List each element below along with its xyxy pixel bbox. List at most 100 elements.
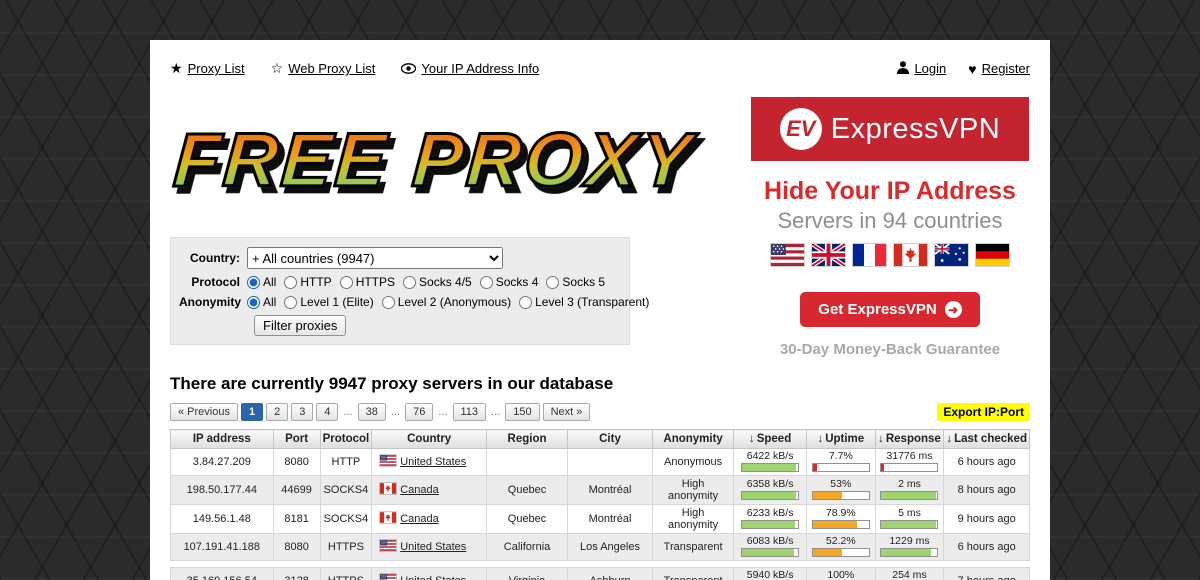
anonymity-all[interactable]: All	[247, 295, 276, 309]
speed-cell-value: 6233 kB/s	[737, 508, 803, 519]
nav-left: ★ Proxy List ☆ Web Proxy List Your IP Ad…	[170, 60, 539, 77]
last-checked-cell: 7 hours ago	[944, 568, 1030, 580]
us-flag-icon	[380, 455, 396, 469]
pagination-4[interactable]: 4	[316, 403, 338, 421]
country-link[interactable]: United States	[400, 456, 466, 468]
protocol-http-label: HTTP	[300, 275, 331, 289]
anonymity-l2-radio[interactable]	[382, 296, 395, 309]
pagination-1[interactable]: 1	[241, 403, 263, 421]
last-checked-cell: 9 hours ago	[944, 505, 1030, 534]
protocol-socks4[interactable]: Socks 4	[480, 275, 539, 289]
column-header-country: Country	[372, 430, 487, 449]
country-row: Country: + All countries (9947)	[179, 247, 621, 269]
city-cell: Los Angeles	[567, 534, 652, 561]
nav-proxy-list[interactable]: ★ Proxy List	[170, 60, 245, 77]
table-row: 198.50.177.4444699SOCKS4CanadaQuebecMont…	[171, 476, 1030, 505]
country-label: Country:	[179, 251, 247, 265]
anonymity-l3[interactable]: Level 3 (Transparent)	[519, 295, 649, 309]
anonymity-l2[interactable]: Level 2 (Anonymous)	[382, 295, 511, 309]
nav-ip-info-label[interactable]: Your IP Address Info	[421, 61, 539, 76]
protocol-socks45-radio[interactable]	[403, 276, 416, 289]
protocol-socks4-label: Socks 4	[496, 275, 539, 289]
table-row: 3.84.27.2098080HTTPUnited StatesAnonymou…	[171, 449, 1030, 476]
city-cell: Montréal	[567, 476, 652, 505]
nav-web-proxy-list[interactable]: ☆ Web Proxy List	[271, 60, 376, 77]
response-cell: 254 ms	[875, 568, 944, 580]
protocol-socks45-label: Socks 4/5	[419, 275, 472, 289]
column-header-uptime[interactable]: ↓Uptime	[807, 430, 876, 449]
anonymity-l1-radio[interactable]	[284, 296, 297, 309]
country-link[interactable]: United States	[400, 541, 466, 553]
protocol-http-radio[interactable]	[284, 276, 297, 289]
main-nav: ★ Proxy List ☆ Web Proxy List Your IP Ad…	[170, 40, 1030, 85]
nav-register[interactable]: ♥ Register	[968, 61, 1030, 77]
table-row: 149.56.1.488181SOCKS4CanadaQuebecMontréa…	[171, 505, 1030, 534]
response-cell-value: 254 ms	[879, 570, 941, 580]
export-ip-port-link[interactable]: Export IP:Port	[937, 403, 1030, 421]
protocol-socks4-radio[interactable]	[480, 276, 493, 289]
protocol-all-label: All	[263, 275, 276, 289]
uk-flag-icon	[812, 244, 845, 266]
ad-subheadline: Servers in 94 countries	[750, 208, 1030, 234]
pagination-next[interactable]: Next »	[543, 403, 591, 421]
speed-cell-bar	[741, 491, 799, 500]
get-expressvpn-button[interactable]: Get ExpressVPN ➜	[800, 292, 979, 327]
ca-flag-icon	[380, 512, 396, 526]
pagination-38[interactable]: 38	[358, 403, 386, 421]
pagination-2[interactable]: 2	[266, 403, 288, 421]
column-header-last-checked[interactable]: ↓Last checked	[944, 430, 1030, 449]
us-flag-icon	[380, 574, 396, 580]
left-column: FREE PROXY Country: + All countries (994…	[170, 85, 750, 358]
country-link[interactable]: Canada	[400, 513, 439, 525]
protocol-socks5-radio[interactable]	[546, 276, 559, 289]
country-cell: United States	[372, 449, 487, 476]
protocol-all-radio[interactable]	[247, 276, 260, 289]
nav-ip-info[interactable]: Your IP Address Info	[401, 60, 539, 77]
port-cell: 3128	[273, 568, 320, 580]
column-header-speed[interactable]: ↓Speed	[734, 430, 807, 449]
anonymity-l3-radio[interactable]	[519, 296, 532, 309]
nav-register-label[interactable]: Register	[982, 61, 1030, 76]
anonymity-l1[interactable]: Level 1 (Elite)	[284, 295, 373, 309]
uptime-cell-value: 52.2%	[810, 536, 872, 547]
ad-flags	[750, 244, 1030, 266]
country-select[interactable]: + All countries (9947)	[247, 247, 503, 269]
protocol-socks5[interactable]: Socks 5	[546, 275, 605, 289]
column-header-protocol: Protocol	[320, 430, 372, 449]
country-link[interactable]: Canada	[400, 484, 439, 496]
response-cell-value: 2 ms	[879, 479, 941, 490]
protocol-cell: HTTPS	[320, 534, 372, 561]
pagination-150[interactable]: 150	[505, 403, 539, 421]
protocol-socks45[interactable]: Socks 4/5	[403, 275, 472, 289]
user-icon	[897, 61, 909, 77]
listing-heading: There are currently 9947 proxy servers i…	[170, 374, 1030, 394]
pagination-previous[interactable]: « Previous	[170, 403, 238, 421]
expressvpn-banner[interactable]: EV ExpressVPN	[751, 97, 1029, 161]
ip-cell: 198.50.177.44	[171, 476, 274, 505]
column-header-response[interactable]: ↓Response	[875, 430, 944, 449]
pagination-113[interactable]: 113	[453, 403, 487, 421]
nav-proxy-list-label[interactable]: Proxy List	[188, 61, 245, 76]
column-header-city: City	[567, 430, 652, 449]
site-logo-text: FREE PROXY	[171, 123, 696, 199]
pagination-3[interactable]: 3	[291, 403, 313, 421]
nav-login[interactable]: Login	[897, 61, 946, 77]
eye-icon	[401, 61, 416, 77]
region-cell: California	[487, 534, 568, 561]
nav-web-proxy-list-label[interactable]: Web Proxy List	[288, 61, 375, 76]
nav-login-label[interactable]: Login	[914, 61, 946, 76]
uptime-cell-bar	[812, 548, 870, 557]
us-flag-icon	[771, 244, 804, 266]
filter-proxies-button[interactable]: Filter proxies	[254, 315, 346, 336]
protocol-all[interactable]: All	[247, 275, 276, 289]
country-link[interactable]: United States	[400, 575, 466, 580]
protocol-https[interactable]: HTTPS	[340, 275, 395, 289]
us-flag-icon	[380, 540, 396, 554]
response-cell-value: 5 ms	[879, 508, 941, 519]
protocol-http[interactable]: HTTP	[284, 275, 331, 289]
protocol-row: Protocol All HTTP HTTPS Socks 4/5 Socks …	[179, 275, 621, 289]
protocol-https-radio[interactable]	[340, 276, 353, 289]
anonymity-all-radio[interactable]	[247, 296, 260, 309]
pagination-76[interactable]: 76	[405, 403, 433, 421]
city-cell: Ashburn	[567, 568, 652, 580]
